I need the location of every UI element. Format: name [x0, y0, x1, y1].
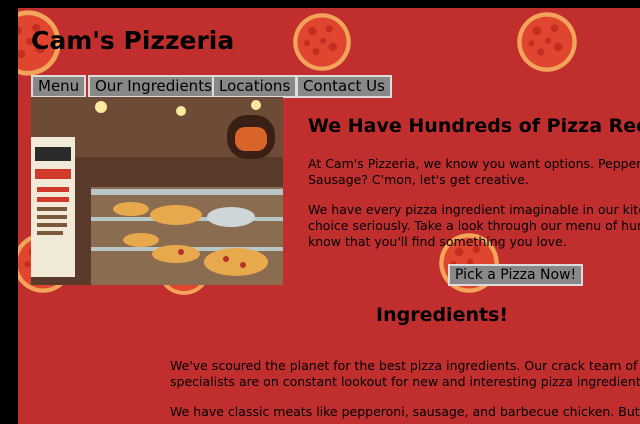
left-border-strip	[0, 8, 18, 424]
hero-heading: We Have Hundreds of Pizza Recipes	[308, 115, 640, 137]
pick-a-pizza-button[interactable]: Pick a Pizza Now!	[448, 264, 584, 286]
site-title: Cam's Pizzeria	[31, 26, 235, 55]
hero-paragraph-line: At Cam's Pizzeria, we know you want opti…	[308, 156, 640, 171]
ingredients-paragraph-line: We've scoured the planet for the best pi…	[170, 358, 640, 373]
page: Cam's Pizzeria Menu Our Ingredients Loca…	[0, 8, 640, 424]
main-content: Cam's Pizzeria Menu Our Ingredients Loca…	[18, 8, 640, 424]
nav-locations-button[interactable]: Locations	[212, 75, 298, 98]
hero-paragraph-line: We have every pizza ingredient imaginabl…	[308, 202, 640, 217]
pizza-counter-photo	[31, 97, 283, 285]
nav-menu-button[interactable]: Menu	[31, 75, 87, 98]
hero-paragraph-line: know that you'll find something you love…	[308, 234, 567, 249]
hero-paragraph-line: choice seriously. Take a look through ou…	[308, 218, 640, 233]
hero-paragraph-line: Sausage? C'mon, let's get creative.	[308, 172, 529, 187]
nav-contact-us-button[interactable]: Contact Us	[296, 75, 392, 98]
ingredients-heading: Ingredients!	[376, 304, 509, 326]
ingredients-paragraph-line: specialists are on constant lookout for …	[170, 374, 640, 389]
ingredients-paragraph-line: We have classic meats like pepperoni, sa…	[170, 404, 640, 419]
nav-our-ingredients-button[interactable]: Our Ingredients	[88, 75, 219, 98]
